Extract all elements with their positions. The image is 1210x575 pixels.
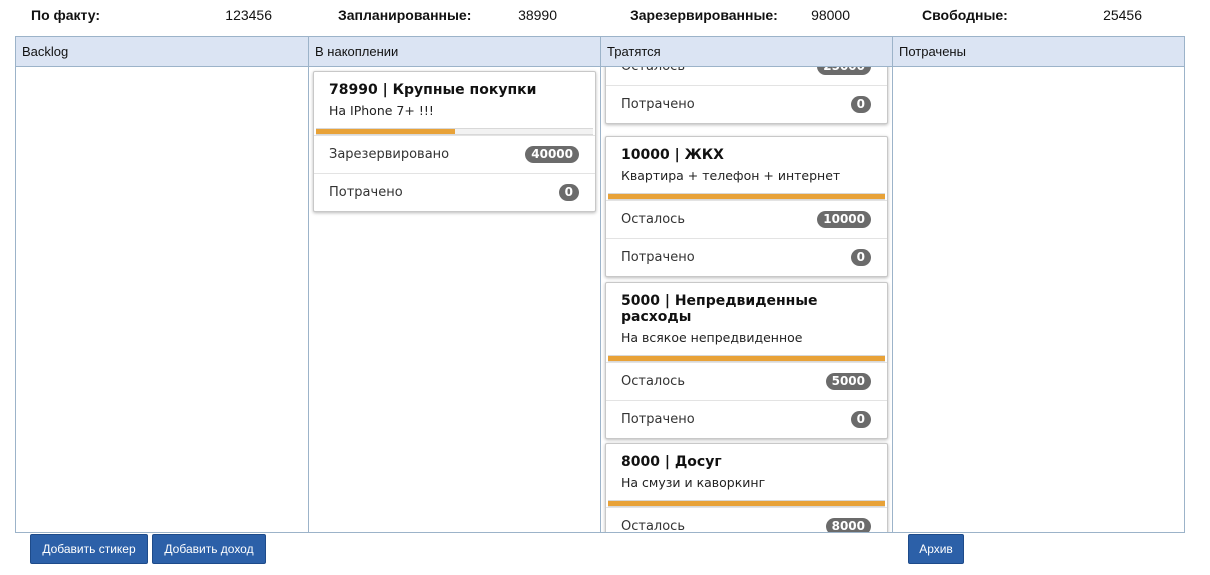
sticker-card[interactable]: Осталось 25000 Потрачено 0 [605,67,888,124]
card-header: 10000 | ЖКХ Квартира + телефон + интернет [606,137,887,193]
kanban-board: Backlog В накоплении 78990 | Крупные пок… [15,36,1185,533]
card-description: На всякое непредвиденное [621,330,803,345]
card-header: 78990 | Крупные покупки На IPhone 7+ !!! [314,72,595,128]
progress-fill [608,501,885,506]
progress-fill [316,129,455,134]
card-title: 8000 | Досуг [621,454,722,470]
row-label: Потрачено [621,412,695,427]
row-label: Потрачено [329,185,403,200]
add-sticker-button[interactable]: Добавить стикер [30,534,148,564]
sticker-card[interactable]: 78990 | Крупные покупки На IPhone 7+ !!! З… [313,71,596,212]
card-row: Зарезервировано 40000 [314,135,595,173]
fact-value: 123456 [225,7,272,23]
column-spending[interactable]: Тратятся Осталось25000Потрачено010000 | … [601,37,893,532]
progress-bar [608,500,885,507]
row-label: Осталось [621,374,685,389]
amount-badge: 25000 [817,67,871,75]
progress-fill [608,194,885,199]
amount-badge: 0 [558,184,579,201]
archive-button[interactable]: Архив [908,534,964,564]
card-header: 5000 | Непредвиденные расходы На всякое н… [606,283,887,355]
amount-badge: 5000 [825,373,871,390]
amount-badge: 0 [850,249,871,266]
card-row: Потрачено 0 [314,173,595,211]
summary-bar: По факту: 123456 Запланированные: 38990 … [0,0,1210,32]
row-label: Осталось [621,519,685,532]
card-row: Осталось 8000 [606,507,887,532]
card-title: 78990 | Крупные покупки [329,82,537,98]
card-row: Осталось 5000 [606,362,887,400]
sticker-card[interactable]: 8000 | Досуг На смузи и каворкинг Осталось… [605,443,888,532]
amount-badge: 0 [850,96,871,113]
card-title: 5000 | Непредвиденные расходы [621,293,818,325]
column-header-backlog: Backlog [16,37,308,67]
sticker-card[interactable]: 10000 | ЖКХ Квартира + телефон + интернет… [605,136,888,277]
progress-fill [608,356,885,361]
add-income-button[interactable]: Добавить доход [152,534,266,564]
card-title: 10000 | ЖКХ [621,147,724,163]
free-label: Свободные: [922,7,1008,23]
amount-badge: 8000 [825,518,871,532]
card-row: Потрачено 0 [606,238,887,276]
progress-bar [608,193,885,200]
free-value: 25456 [1103,7,1142,23]
amount-badge: 0 [850,411,871,428]
card-description: Квартира + телефон + интернет [621,168,841,183]
planned-value: 38990 [518,7,557,23]
column-header-spent: Потрачены [893,37,1184,67]
card-header: 8000 | Досуг На смузи и каворкинг [606,444,887,500]
amount-badge: 40000 [525,146,579,163]
row-label: Осталось [621,212,685,227]
card-description: На IPhone 7+ !!! [329,103,434,118]
card-row: Осталось 25000 [606,67,887,85]
column-backlog[interactable]: Backlog [16,37,309,532]
planned-label: Запланированные: [338,7,472,23]
fact-label: По факту: [31,7,101,23]
row-label: Осталось [621,67,685,74]
sticker-card[interactable]: 5000 | Непредвиденные расходы На всякое н… [605,282,888,439]
reserved-value: 98000 [811,7,850,23]
column-saving[interactable]: В накоплении 78990 | Крупные покупки На I… [309,37,601,532]
amount-badge: 10000 [817,211,871,228]
row-label: Потрачено [621,250,695,265]
column-spent[interactable]: Потрачены [893,37,1184,532]
card-row: Осталось 10000 [606,200,887,238]
column-body-spending[interactable]: Осталось 25000 Потрачено 0 10000 | ЖКХ Кварти… [601,67,892,532]
progress-bar [608,355,885,362]
column-body-backlog[interactable] [16,67,308,532]
row-label: Зарезервировано [329,147,450,162]
column-header-spending: Тратятся [601,37,892,67]
card-row: Потрачено 0 [606,85,887,123]
card-row: Потрачено 0 [606,400,887,438]
column-body-spent[interactable] [893,67,1184,532]
row-label: Потрачено [621,97,695,112]
card-description: На смузи и каворкинг [621,475,766,490]
column-body-saving[interactable]: 78990 | Крупные покупки На IPhone 7+ !!! З… [309,67,600,532]
column-header-saving: В накоплении [309,37,600,67]
progress-bar [316,128,593,135]
reserved-label: Зарезервированные: [630,7,778,23]
